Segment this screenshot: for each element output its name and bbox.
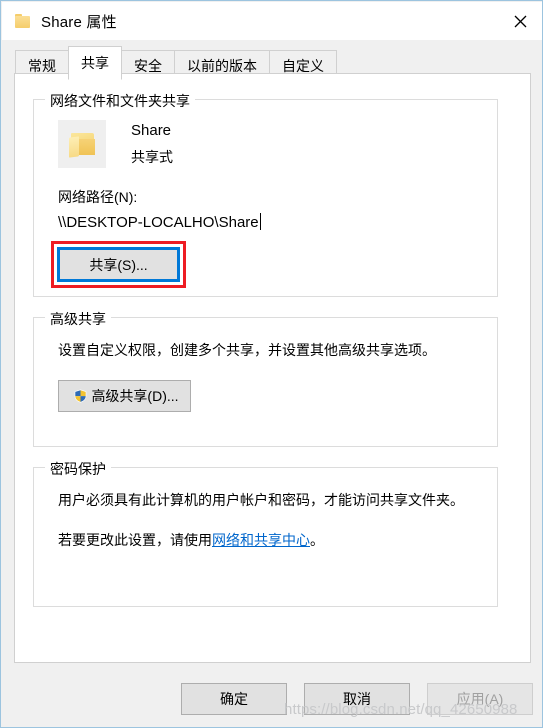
share-name: Share — [131, 121, 172, 139]
folder-icon — [15, 14, 31, 28]
password-protection-hint: 若要更改此设置，请使用网络和共享中心。 — [58, 530, 324, 550]
close-icon[interactable] — [497, 2, 542, 40]
cancel-button[interactable]: 取消 — [304, 683, 410, 715]
advanced-sharing-description: 设置自定义权限，创建多个共享，并设置其他高级共享选项。 — [58, 342, 436, 358]
advanced-sharing-button[interactable]: 高级共享(D)... — [58, 380, 191, 412]
advanced-sharing-group-title: 高级共享 — [45, 309, 111, 329]
network-path-label: 网络路径(N): — [58, 189, 138, 205]
password-protection-group-title: 密码保护 — [45, 459, 111, 479]
password-hint-prefix: 若要更改此设置，请使用 — [58, 532, 212, 548]
password-protection-group: 密码保护 用户必须具有此计算机的用户帐户和密码，才能访问共享文件夹。 若要更改此… — [33, 459, 498, 607]
apply-button: 应用(A) — [427, 683, 533, 715]
shared-folder-row: Share 共享式 — [58, 120, 173, 168]
advanced-sharing-button-label: 高级共享(D)... — [91, 388, 179, 404]
text-caret — [259, 213, 261, 230]
title-bar: Share 属性 — [2, 2, 542, 40]
ok-button[interactable]: 确定 — [181, 683, 287, 715]
properties-dialog: Share 属性 常规 共享 安全 以前的版本 自定义 网络文件和文件夹共享 S… — [0, 0, 543, 728]
network-sharing-group-title: 网络文件和文件夹共享 — [45, 91, 195, 111]
share-button[interactable]: 共享(S)... — [57, 247, 180, 282]
network-sharing-center-link[interactable]: 网络和共享中心 — [212, 532, 310, 548]
network-path-value: \\DESKTOP-LOCALHO\Share — [58, 213, 261, 231]
window-title: Share 属性 — [41, 13, 117, 31]
advanced-sharing-group: 高级共享 设置自定义权限，创建多个共享，并设置其他高级共享选项。 高级共享(D)… — [33, 309, 498, 447]
share-state: 共享式 — [131, 148, 173, 165]
uac-shield-icon — [75, 389, 87, 403]
password-hint-suffix: 。 — [310, 532, 324, 548]
network-path-text: \\DESKTOP-LOCALHO\Share — [58, 214, 259, 231]
dialog-footer: 确定 取消 应用(A) — [1, 681, 542, 727]
tab-sharing[interactable]: 共享 — [68, 46, 122, 80]
tab-panel-sharing: 网络文件和文件夹共享 Share 共享式 网络路径(N): \\DESKTOP-… — [14, 73, 531, 663]
open-folder-icon — [58, 120, 106, 168]
network-sharing-group: 网络文件和文件夹共享 Share 共享式 网络路径(N): \\DESKTOP-… — [33, 91, 498, 297]
password-protection-description: 用户必须具有此计算机的用户帐户和密码，才能访问共享文件夹。 — [58, 492, 464, 508]
